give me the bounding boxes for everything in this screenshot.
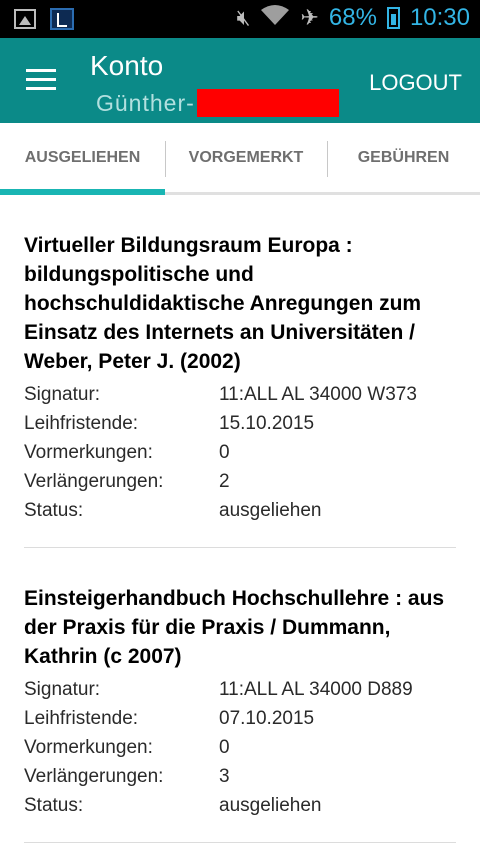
item-title: Virtueller Bildungsraum Europa : bildung… <box>24 234 422 373</box>
vormerkungen-row: Vormerkungen: 0 <box>24 733 456 762</box>
signatur-value: 11:ALL AL 34000 W373 <box>219 384 417 405</box>
status-row: Status: ausgeliehen <box>24 791 456 820</box>
leihfristende-value: 07.10.2015 <box>219 708 315 729</box>
account-name-text: Günther- <box>96 89 195 116</box>
signatur-row: Signatur: 11:ALL AL 34000 W373 <box>24 380 456 409</box>
verlaengerungen-value: 3 <box>219 766 230 787</box>
tab-ausgeliehen[interactable]: AUSGELIEHEN <box>0 123 165 192</box>
list-item[interactable]: Einsteigerhandbuch Hochschullehre : aus … <box>24 548 456 843</box>
battery-icon <box>386 7 400 29</box>
status-label: Status: <box>24 795 84 816</box>
account-name: Günther- <box>96 89 339 117</box>
gallery-notification-icon <box>14 9 36 29</box>
redacted-name-block <box>196 89 339 117</box>
leihfristende-row: Leihfristende: 15.10.2015 <box>24 409 456 438</box>
loan-list: Virtueller Bildungsraum Europa : bildung… <box>24 195 456 843</box>
tab-label: AUSGELIEHEN <box>24 148 141 166</box>
app-bar: Konto Günther- LOGOUT <box>0 38 480 123</box>
status-value: ausgeliehen <box>219 795 322 816</box>
app-notification-icon <box>50 8 74 30</box>
status-row: Status: ausgeliehen <box>24 496 456 525</box>
verlaengerungen-row: Verlängerungen: 2 <box>24 467 456 496</box>
clock-time: 10:30 <box>409 4 470 31</box>
vormerkungen-label: Vormerkungen: <box>24 737 153 758</box>
vormerkungen-value: 0 <box>219 737 230 758</box>
airplane-mode-icon: ✈︎ <box>300 5 319 30</box>
verlaengerungen-label: Verlängerungen: <box>24 766 164 787</box>
verlaengerungen-value: 2 <box>219 471 230 492</box>
vormerkungen-row: Vormerkungen: 0 <box>24 438 456 467</box>
verlaengerungen-label: Verlängerungen: <box>24 471 164 492</box>
vormerkungen-label: Vormerkungen: <box>24 442 153 463</box>
tab-label: VORGEMERKT <box>188 148 304 166</box>
tab-vorgemerkt[interactable]: VORGEMERKT <box>165 123 327 192</box>
signatur-row: Signatur: 11:ALL AL 34000 D889 <box>24 675 456 704</box>
leihfristende-row: Leihfristende: 07.10.2015 <box>24 704 456 733</box>
battery-percentage: 68% <box>328 4 377 31</box>
signatur-value: 11:ALL AL 34000 D889 <box>219 679 413 700</box>
list-item[interactable]: Virtueller Bildungsraum Europa : bildung… <box>24 195 456 548</box>
verlaengerungen-row: Verlängerungen: 3 <box>24 762 456 791</box>
tab-bar: AUSGELIEHEN VORGEMERKT GEBÜHREN <box>0 123 480 195</box>
status-bar: 🔇︎ ✈︎ 68% 10:30 <box>0 0 480 38</box>
vormerkungen-value: 0 <box>219 442 230 463</box>
menu-icon[interactable] <box>26 69 56 91</box>
item-title: Einsteigerhandbuch Hochschullehre : aus … <box>24 587 445 668</box>
leihfristende-label: Leihfristende: <box>24 708 139 729</box>
logout-button[interactable]: LOGOUT <box>363 69 468 97</box>
status-value: ausgeliehen <box>219 500 322 521</box>
leihfristende-value: 15.10.2015 <box>219 413 315 434</box>
signatur-label: Signatur: <box>24 679 101 700</box>
tab-label: GEBÜHREN <box>357 148 450 166</box>
mute-icon: 🔇︎ <box>236 5 251 30</box>
tab-gebuehren[interactable]: GEBÜHREN <box>327 123 480 192</box>
leihfristende-label: Leihfristende: <box>24 413 139 434</box>
page-title: Konto <box>90 50 164 81</box>
signatur-label: Signatur: <box>24 384 101 405</box>
wifi-icon <box>260 4 290 32</box>
status-label: Status: <box>24 500 84 521</box>
